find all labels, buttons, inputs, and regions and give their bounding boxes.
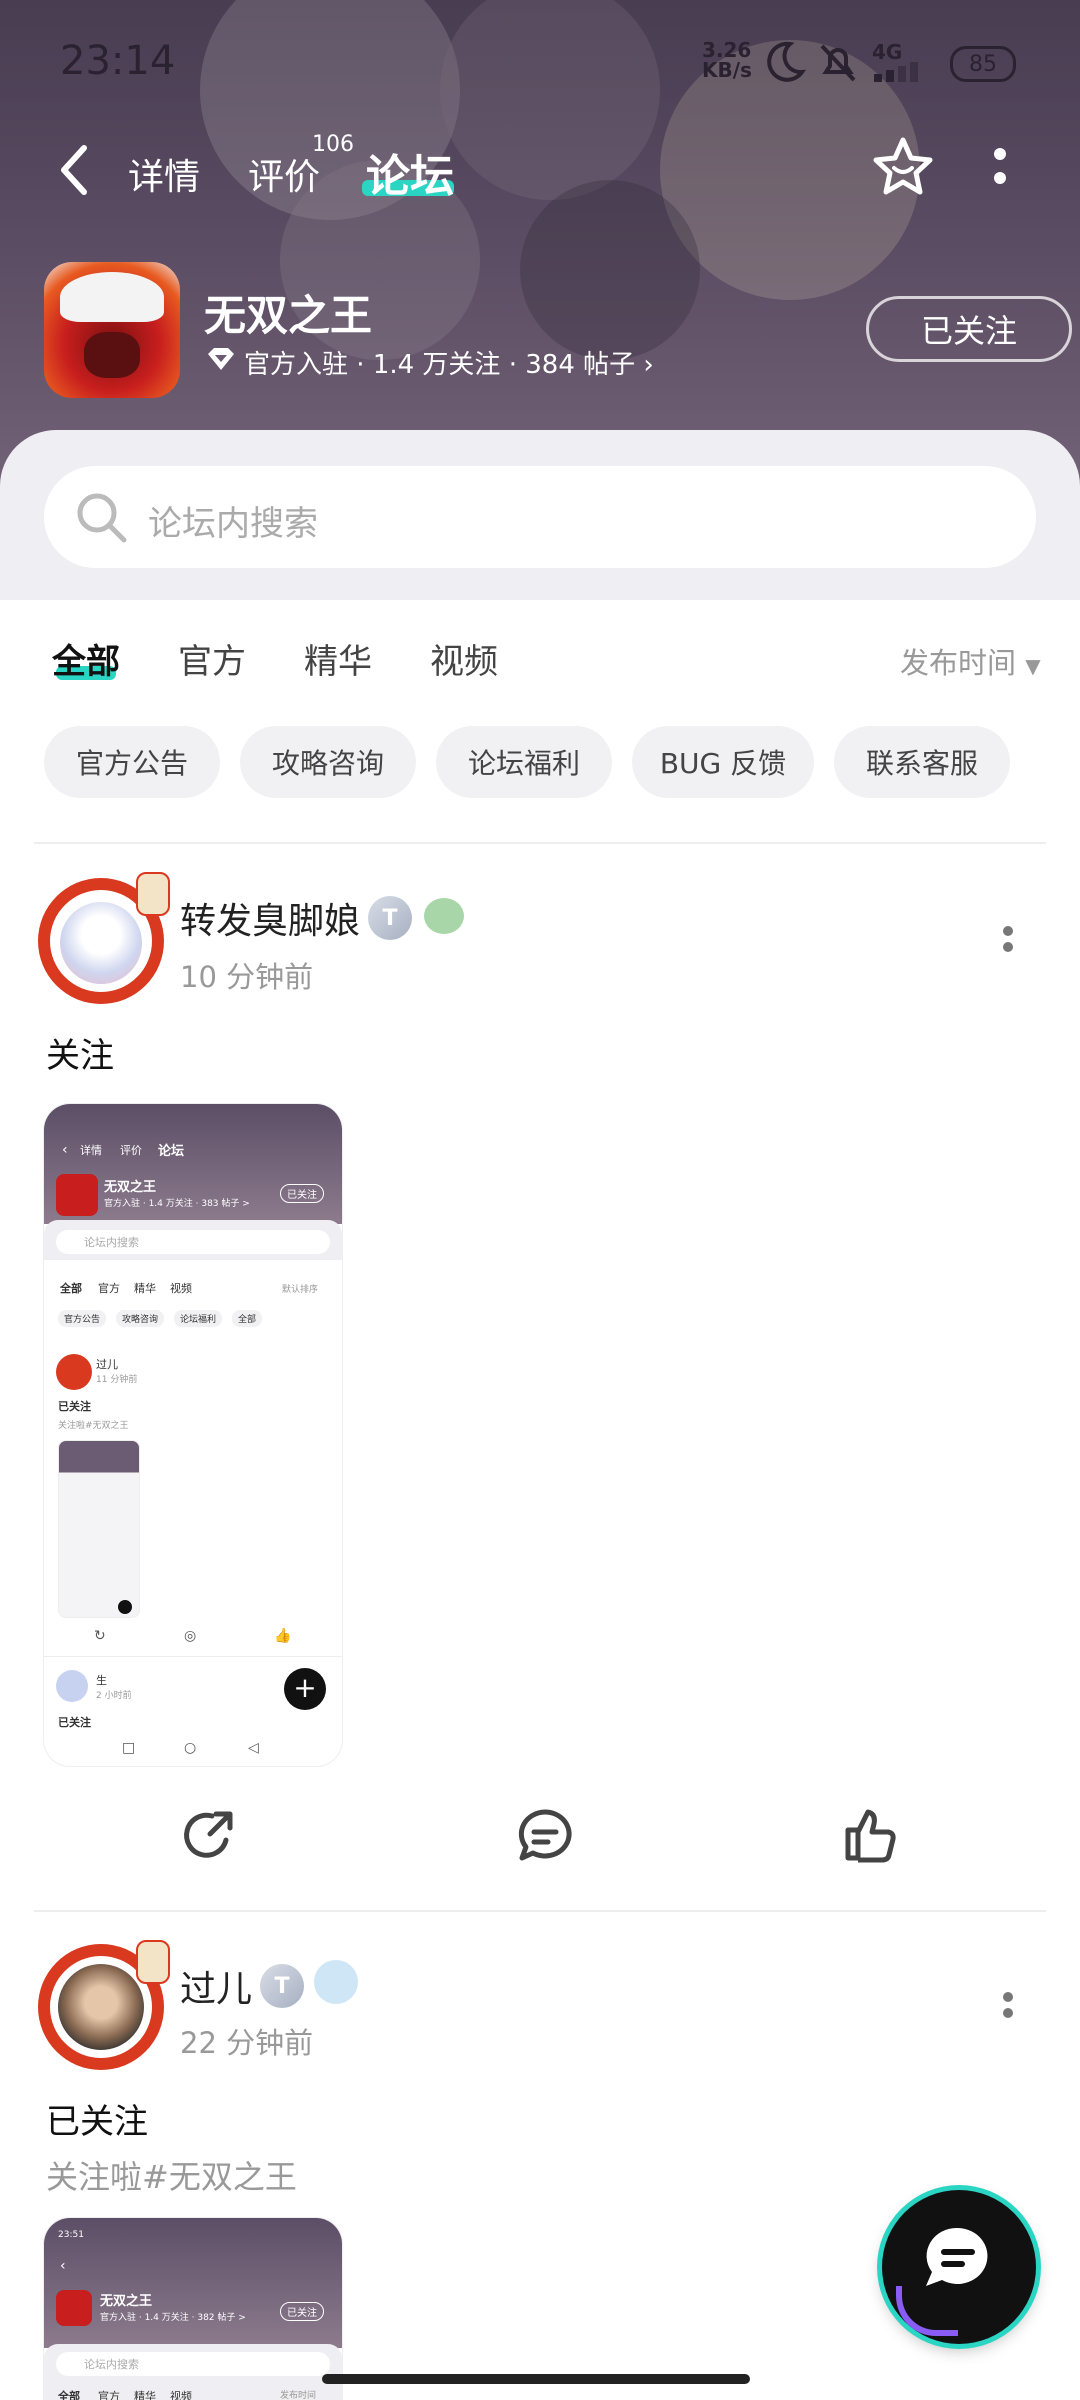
network-speed: 3.26 KB/s [702, 40, 752, 80]
official-label: 官方入驻 [244, 350, 349, 380]
level-badge: T [368, 896, 412, 940]
mute-bell-icon [820, 44, 856, 82]
mini-sort: 默认排序 [282, 1285, 319, 1295]
game-title: 无双之王 [204, 291, 373, 340]
meta-separator: · [356, 350, 373, 380]
followers-count: 1.4 万关注 [372, 350, 501, 380]
mini-follow: 已关注 [280, 1184, 324, 1203]
mini-filter-featured: 精华 [134, 1282, 156, 1295]
tab-details[interactable]: 详情 [128, 148, 200, 200]
post-body[interactable]: 关注啦#无双之王 [46, 2152, 297, 2198]
search-icon [77, 493, 127, 543]
reviews-count: 106 [312, 132, 354, 157]
gesture-navigation-bar[interactable] [322, 2374, 750, 2384]
mini-chip: 官方公告 [58, 1310, 107, 1327]
mini-post2-title: 已关注 [58, 1716, 91, 1729]
mini-post-body: 关注啦#无双之王 [58, 1421, 129, 1431]
chip-announcements[interactable]: 官方公告 [44, 726, 220, 798]
caret-down-icon: ▼ [1025, 654, 1041, 678]
meta-separator: · [508, 350, 526, 380]
search-bar[interactable]: 论坛内搜索 [44, 466, 1036, 568]
mini-tab-details: 详情 [80, 1144, 102, 1157]
post-image[interactable]: ‹ 详情 评价 论坛 无双之王 官方入驻 · 1.4 万关注 · 383 帖子 … [44, 1104, 342, 1766]
author-avatar[interactable] [38, 872, 170, 1004]
mini-filter-featured: 精华 [134, 2390, 156, 2400]
mini-post-time: 11 分钟前 [96, 1375, 138, 1385]
follow-button[interactable]: 已关注 [866, 296, 1072, 362]
author-avatar[interactable] [38, 1940, 170, 2070]
game-meta[interactable]: 官方入驻 · 1.4 万关注 · 384 帖子 › [244, 344, 654, 381]
mini-filter-all: 全部 [58, 2390, 80, 2400]
post-author[interactable]: 转发臭脚娘 [180, 892, 360, 944]
mini-search: 论坛内搜索 [84, 2358, 139, 2371]
divider [34, 1910, 1046, 1912]
mini-meta: 官方入驻 · 1.4 万关注 · 382 帖子 > [100, 2313, 246, 2323]
post-time: 10 分钟前 [180, 960, 314, 994]
moon-icon [767, 41, 806, 82]
filter-tab-official[interactable]: 官方 [178, 634, 246, 683]
mini-filter-video: 视频 [170, 1282, 192, 1295]
mini-time: 23:51 [58, 2230, 84, 2240]
post-more-icon[interactable] [1003, 920, 1013, 958]
posts-count: 384 帖子 [525, 350, 636, 380]
mini-filter-video: 视频 [170, 2390, 192, 2400]
mini-post-title: 已关注 [58, 1400, 91, 1413]
mini-title: 无双之王 [100, 2294, 153, 2309]
mini-search: 论坛内搜索 [84, 1236, 139, 1249]
mini-chip: 攻略咨询 [116, 1310, 165, 1327]
mini-filter-official: 官方 [98, 1282, 120, 1295]
share-icon[interactable] [180, 1808, 236, 1864]
post-author[interactable]: 过儿 [180, 1960, 252, 2012]
mini-chip: 全部 [232, 1310, 263, 1327]
medal-icon [424, 898, 464, 934]
divider [34, 842, 1046, 844]
mini-title: 无双之王 [104, 1180, 157, 1195]
pet-badge-icon [314, 1960, 358, 2004]
level-badge: T [260, 1964, 304, 2008]
mini-post2-author: 生 [96, 1674, 107, 1687]
chip-benefits[interactable]: 论坛福利 [436, 726, 612, 798]
chip-guides[interactable]: 攻略咨询 [240, 726, 416, 798]
battery-indicator: 85 [950, 46, 1016, 82]
comment-icon[interactable] [516, 1808, 574, 1864]
game-icon [44, 262, 180, 398]
mini-sort: 发布时间 [280, 2391, 317, 2400]
tab-forum[interactable]: 论坛 [366, 140, 454, 204]
signal-icon [874, 62, 918, 82]
filter-tab-all[interactable]: 全部 [52, 634, 120, 683]
post-time: 22 分钟前 [180, 2026, 314, 2060]
chevron-right-icon: › [643, 350, 654, 380]
post-title[interactable]: 关注 [46, 1028, 114, 1077]
post-title[interactable]: 已关注 [46, 2094, 148, 2143]
sort-dropdown[interactable]: 发布时间 ▼ [900, 640, 1041, 682]
filter-tab-video[interactable]: 视频 [430, 634, 498, 683]
mini-chip: 论坛福利 [174, 1310, 223, 1327]
verified-diamond-icon [208, 348, 234, 370]
mini-follow: 已关注 [280, 2302, 324, 2321]
mini-tab-reviews: 评价 [120, 1144, 142, 1157]
post-image[interactable]: 23:51 ‹ 无双之王 官方入驻 · 1.4 万关注 · 382 帖子 > 已… [44, 2218, 342, 2400]
mini-meta: 官方入驻 · 1.4 万关注 · 383 帖子 > [104, 1199, 250, 1209]
mini-post-author: 过儿 [96, 1358, 118, 1371]
search-placeholder: 论坛内搜索 [148, 504, 318, 544]
chip-customer-service[interactable]: 联系客服 [834, 726, 1010, 798]
mini-post2-time: 2 小时前 [96, 1691, 132, 1701]
more-menu-icon[interactable] [994, 148, 1006, 184]
mini-tab-forum: 论坛 [158, 1144, 185, 1159]
favorite-star-icon[interactable] [872, 136, 934, 198]
filter-tab-featured[interactable]: 精华 [304, 634, 372, 683]
floating-chat-button[interactable] [882, 2190, 1036, 2344]
post-more-icon[interactable] [1003, 1986, 1013, 2024]
status-time: 23:14 [60, 38, 176, 84]
sort-label: 发布时间 [900, 646, 1017, 680]
speed-value: 3.26 [702, 38, 752, 62]
like-thumb-icon[interactable] [842, 1806, 898, 1864]
mini-filter-all: 全部 [60, 1282, 82, 1295]
speed-unit: KB/s [702, 58, 752, 82]
back-arrow-icon[interactable] [56, 144, 92, 196]
tab-reviews[interactable]: 评价 [248, 148, 320, 200]
mini-filter-official: 官方 [98, 2390, 120, 2400]
chip-bug-report[interactable]: BUG 反馈 [632, 726, 814, 798]
